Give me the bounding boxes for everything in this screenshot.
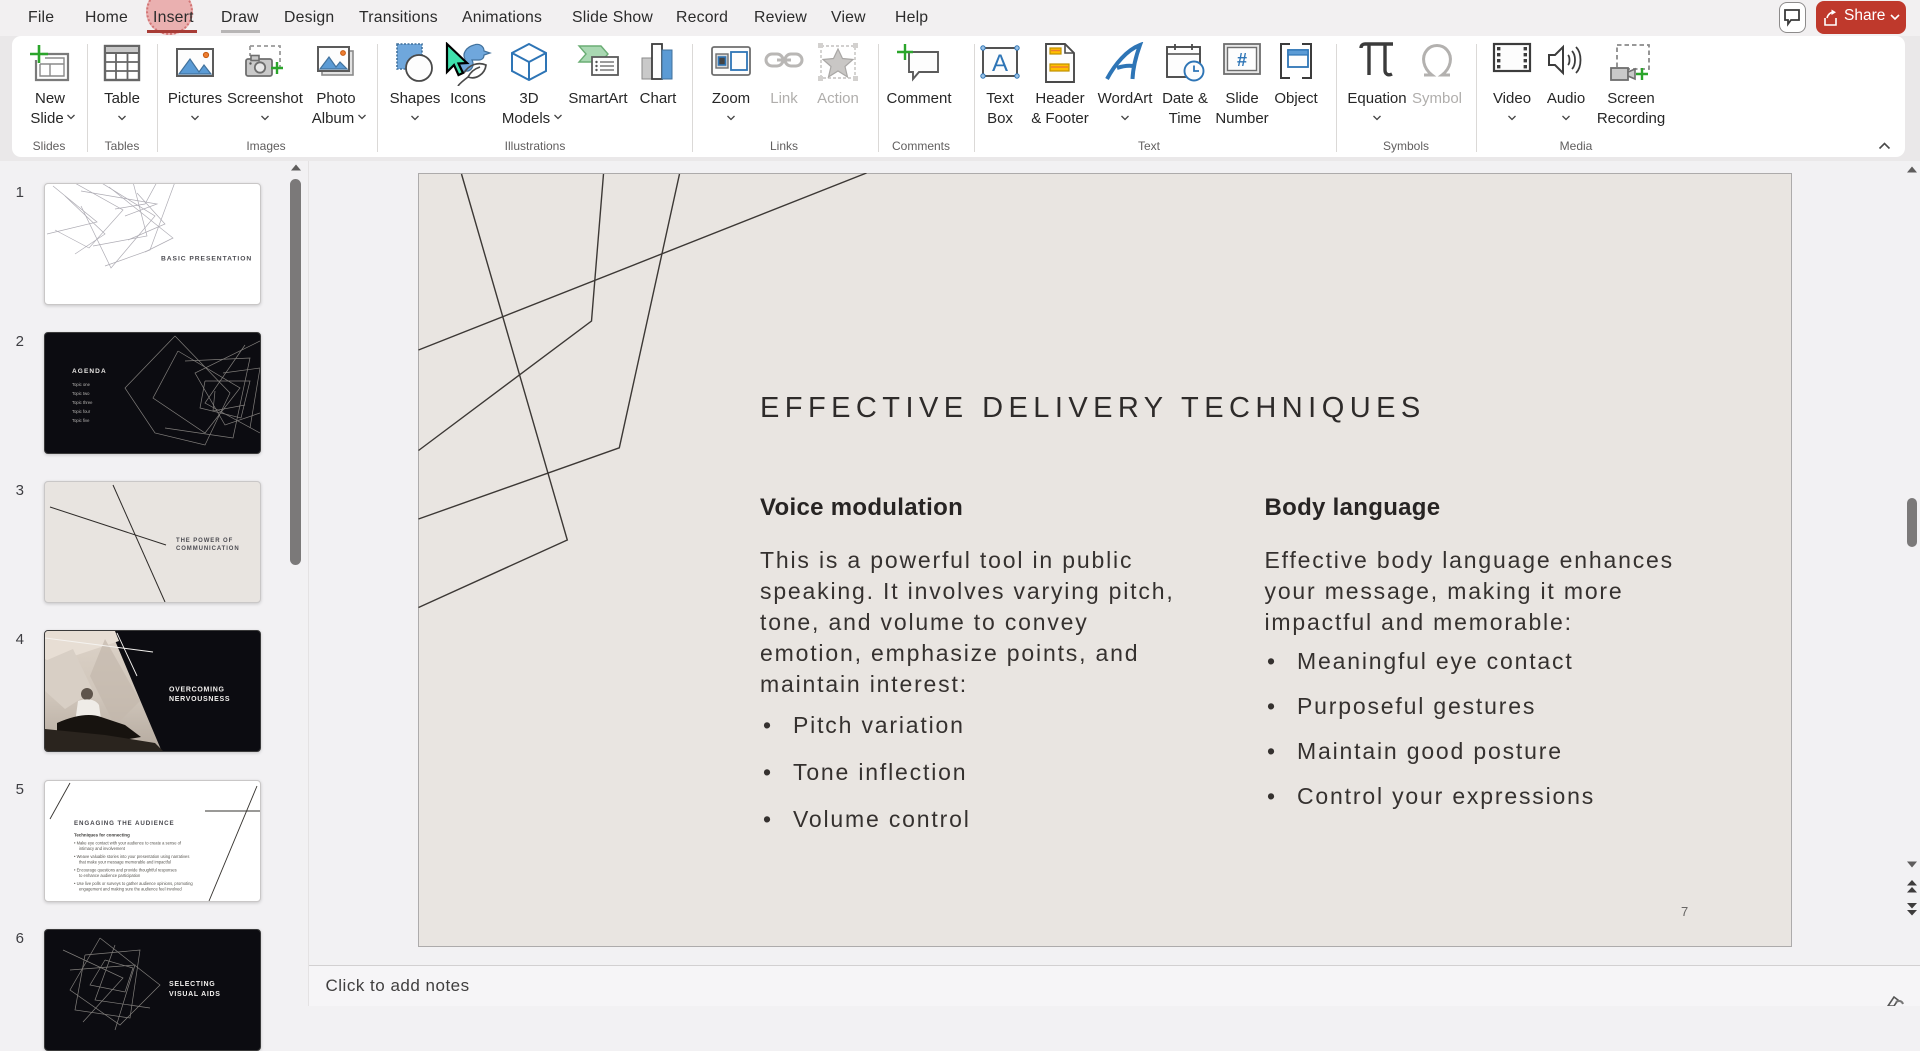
svg-text:Topic three: Topic three — [72, 400, 93, 405]
svg-text:that make your message memorab: that make your message memorable and imp… — [79, 860, 171, 865]
svg-text:engagement and making sure the: engagement and making sure the audience … — [79, 887, 182, 892]
svg-text:SELECTING: SELECTING — [169, 981, 215, 988]
svg-text:intimacy and involvement: intimacy and involvement — [79, 846, 126, 851]
svg-text:Topic one: Topic one — [72, 382, 91, 387]
svg-text:A: A — [992, 50, 1008, 77]
svg-text:#: # — [1237, 50, 1247, 70]
svg-text:Topic two: Topic two — [72, 391, 90, 396]
svg-text:ENGAGING THE AUDIENCE: ENGAGING THE AUDIENCE — [74, 820, 175, 827]
svg-text:• Weave valuable stories into: • Weave valuable stories into your prese… — [74, 854, 189, 859]
svg-text:• Use live polls or surveys t: • Use live polls or surveys to gather au… — [74, 881, 193, 886]
svg-text:NERVOUSNESS: NERVOUSNESS — [169, 696, 230, 703]
svg-text:OVERCOMING: OVERCOMING — [169, 687, 225, 694]
svg-text:COMMUNICATION: COMMUNICATION — [176, 546, 240, 552]
svg-text:AGENDA: AGENDA — [72, 368, 107, 375]
svg-text:Topic five: Topic five — [72, 418, 90, 423]
svg-text:Topic four: Topic four — [72, 409, 91, 414]
svg-text:to enhance audience participat: to enhance audience participation — [79, 873, 141, 878]
svg-text:THE POWER OF: THE POWER OF — [176, 538, 233, 544]
svg-text:BASIC PRESENTATION: BASIC PRESENTATION — [161, 256, 252, 263]
svg-text:VISUAL AIDS: VISUAL AIDS — [169, 991, 221, 998]
svg-text:Techniques for connecting: Techniques for connecting — [74, 833, 130, 838]
svg-text:• Make eye contact with your: • Make eye contact with your audience to… — [74, 841, 182, 846]
svg-text:• Encourage questions and pro: • Encourage questions and provide though… — [74, 868, 177, 873]
